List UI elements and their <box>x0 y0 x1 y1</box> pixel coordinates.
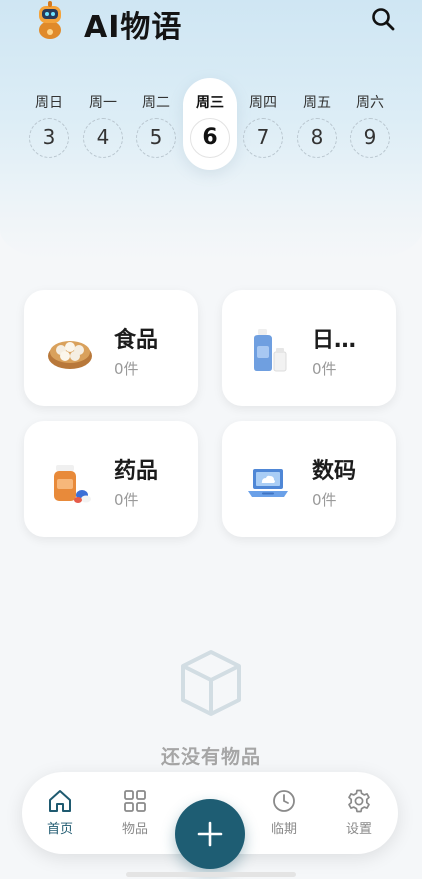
laptop-icon <box>248 469 288 497</box>
day-label: 周三 <box>196 95 224 111</box>
day-label: 周四 <box>249 95 277 111</box>
search-icon[interactable] <box>368 4 398 34</box>
day-wednesday-selected[interactable]: 周三 6 <box>183 78 237 170</box>
app-header: AI物语 <box>0 0 422 45</box>
day-label: 周日 <box>35 95 63 111</box>
week-selector: 周日 3 周一 4 周二 5 周三 6 周四 7 周五 8 周六 9 <box>22 78 402 170</box>
day-date: 5 <box>136 118 176 158</box>
day-label: 周五 <box>303 95 331 111</box>
day-date: 8 <box>297 118 337 158</box>
day-date: 4 <box>83 118 123 158</box>
category-count: 0件 <box>114 491 139 509</box>
detergent-bottle-icon <box>254 329 287 372</box>
category-card-food[interactable]: 食品 0件 <box>24 290 198 406</box>
category-name: 日… <box>312 328 357 353</box>
category-count: 0件 <box>114 360 139 378</box>
category-count: 0件 <box>312 491 337 509</box>
day-date: 6 <box>190 118 230 158</box>
day-date: 7 <box>243 118 283 158</box>
app-title: AI物语 <box>84 10 183 45</box>
steamed-buns-icon <box>48 341 92 369</box>
clock-icon <box>273 790 295 812</box>
day-label: 周一 <box>89 95 117 111</box>
tab-items[interactable]: 物品 <box>105 788 165 837</box>
day-saturday[interactable]: 周六 9 <box>343 78 397 170</box>
category-name: 数码 <box>312 459 357 484</box>
empty-state-text: 还没有物品 <box>160 746 261 768</box>
home-icon <box>49 790 71 812</box>
tab-label: 首页 <box>46 822 73 837</box>
empty-state: 还没有物品 <box>0 648 422 769</box>
day-date: 3 <box>29 118 69 158</box>
medicine-bottle-icon <box>54 465 91 503</box>
plus-icon <box>197 821 223 847</box>
box-icon <box>181 650 241 716</box>
category-card-digital[interactable]: 数码 0件 <box>222 421 396 537</box>
day-date: 9 <box>350 118 390 158</box>
tab-home[interactable]: 首页 <box>30 788 90 837</box>
category-name: 药品 <box>114 459 159 484</box>
category-card-daily[interactable]: 日… 0件 <box>222 290 396 406</box>
gear-icon <box>348 789 370 813</box>
tab-expiring[interactable]: 临期 <box>254 788 314 837</box>
add-item-button[interactable] <box>175 799 245 869</box>
day-monday[interactable]: 周一 4 <box>76 78 130 170</box>
category-card-medicine[interactable]: 药品 0件 <box>24 421 198 537</box>
day-thursday[interactable]: 周四 7 <box>236 78 290 170</box>
category-count: 0件 <box>312 360 337 378</box>
day-label: 周六 <box>356 95 384 111</box>
day-friday[interactable]: 周五 8 <box>290 78 344 170</box>
category-name: 食品 <box>114 328 159 353</box>
robot-mascot-icon <box>39 1 61 39</box>
tab-settings[interactable]: 设置 <box>329 788 389 837</box>
day-sunday[interactable]: 周日 3 <box>22 78 76 170</box>
grid-icon <box>124 790 146 812</box>
day-label: 周二 <box>142 95 170 111</box>
home-indicator <box>126 872 296 877</box>
tab-label: 物品 <box>121 822 148 837</box>
day-tuesday[interactable]: 周二 5 <box>129 78 183 170</box>
tab-label: 设置 <box>345 822 372 837</box>
tab-label: 临期 <box>270 822 297 837</box>
